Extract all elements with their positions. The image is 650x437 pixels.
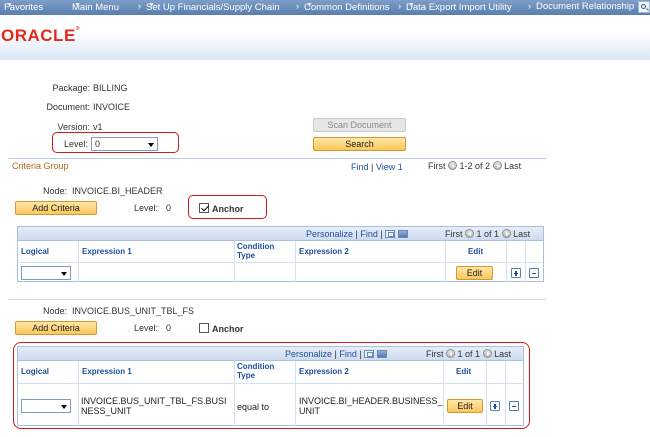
search-button[interactable]: Search xyxy=(313,137,406,151)
previous-icon[interactable] xyxy=(448,161,458,170)
scan-document-button[interactable]: Scan Document xyxy=(313,118,406,132)
package-label: Package: xyxy=(52,83,90,93)
document-value: INVOICE xyxy=(93,102,131,112)
level-value: 0 xyxy=(166,203,172,213)
level-label: Level: xyxy=(63,139,88,149)
next-icon[interactable] xyxy=(482,349,492,358)
node-label: Node: xyxy=(42,306,67,316)
version-label: Version: xyxy=(57,122,90,132)
personalize-link[interactable]: Personalize xyxy=(306,229,353,239)
delete-row-icon[interactable] xyxy=(509,401,519,411)
add-row-icon[interactable] xyxy=(511,268,521,278)
node-label: Node: xyxy=(42,186,67,196)
level-select[interactable]: 0 xyxy=(91,137,158,151)
nav-separator-icon: › xyxy=(138,1,142,12)
chevron-down-icon xyxy=(61,405,67,409)
expression-1-value: INVOICE.BUS_UNIT_TBL_FS.BUSINESS_UNIT xyxy=(81,396,227,416)
delete-row-icon[interactable] xyxy=(529,268,539,278)
anchor-checkbox[interactable] xyxy=(199,203,209,213)
oracle-logo: ORACLE® xyxy=(1,26,80,45)
edit-button[interactable]: Edit xyxy=(447,399,483,413)
chevron-down-icon: ▼ xyxy=(6,2,13,9)
chevron-down-icon: ▼ xyxy=(74,2,81,9)
download-icon[interactable] xyxy=(376,350,387,358)
col-header-expression-2: Expression 2 xyxy=(299,247,349,256)
level-label: Level: xyxy=(133,203,158,213)
find-link[interactable]: Find xyxy=(339,349,357,359)
anchor-checkbox[interactable] xyxy=(199,323,209,333)
criteria-group-bar: Criteria Group Find | View 1 First 1-2 o… xyxy=(8,158,546,172)
row-range: 1-2 of 2 xyxy=(459,161,491,171)
page-header: ORACLE® xyxy=(0,15,650,60)
criteria-group-title: Criteria Group xyxy=(12,161,69,171)
download-icon[interactable] xyxy=(397,230,408,238)
view-all-icon[interactable] xyxy=(385,230,396,238)
col-header-expression-1: Expression 1 xyxy=(82,247,132,256)
nav-separator-icon: › xyxy=(528,1,532,12)
node-value: INVOICE.BI_HEADER xyxy=(72,186,163,196)
logical-select[interactable] xyxy=(21,399,71,413)
top-navigation-bar: Favorites ▼ Main Menu ▼ › Set Up Financial… xyxy=(0,0,650,15)
logical-select[interactable] xyxy=(21,266,71,280)
personalize-link[interactable]: Personalize xyxy=(285,349,332,359)
section-divider xyxy=(8,299,546,300)
chevron-down-icon xyxy=(61,272,67,276)
col-header-logical: Logical xyxy=(21,367,50,376)
col-header-condition-type: Condition Type xyxy=(237,242,275,260)
grid-toolbar: Personalize | Find | First 1 of 1 Last xyxy=(18,227,543,241)
criteria-group-nav: Find | View 1 xyxy=(351,162,403,172)
anchor-label: Anchor xyxy=(212,324,244,334)
col-header-expression-1: Expression 1 xyxy=(82,367,132,376)
col-header-edit: Edit xyxy=(468,247,484,256)
add-row-icon[interactable] xyxy=(490,401,500,411)
document-label: Document: xyxy=(46,102,90,112)
find-link[interactable]: Find xyxy=(351,162,369,172)
criteria-grid-2: Personalize | Find | First 1 of 1 Last L… xyxy=(17,346,524,426)
add-criteria-button[interactable]: Add Criteria xyxy=(15,321,97,335)
level-value: 0 xyxy=(166,323,172,333)
condition-type-value: equal to xyxy=(237,402,270,412)
chevron-down-icon: ▼ xyxy=(148,2,155,9)
col-header-logical: Logical xyxy=(21,247,50,256)
next-icon[interactable] xyxy=(501,229,511,238)
chevron-down-icon: ▼ xyxy=(408,2,415,9)
view-1-link[interactable]: View 1 xyxy=(376,162,403,172)
edit-button[interactable]: Edit xyxy=(456,266,493,280)
package-value: BILLING xyxy=(93,83,128,93)
grid-toolbar: Personalize | Find | First 1 of 1 Last xyxy=(18,347,523,361)
col-header-expression-2: Expression 2 xyxy=(299,367,349,376)
row-range: 1 of 1 xyxy=(457,349,481,359)
chevron-down-icon xyxy=(148,143,154,147)
version-value: v1 xyxy=(93,122,103,132)
row-range: 1 of 1 xyxy=(476,229,500,239)
expression-2-value: INVOICE.BI_HEADER.BUSINESS_UNIT xyxy=(299,396,443,416)
anchor-label: Anchor xyxy=(212,204,244,214)
previous-icon[interactable] xyxy=(465,229,475,238)
next-icon[interactable] xyxy=(492,161,502,170)
add-criteria-button[interactable]: Add Criteria xyxy=(15,201,97,215)
chevron-down-icon: ▼ xyxy=(306,2,313,9)
search-icon[interactable] xyxy=(638,1,650,13)
node-value: INVOICE.BUS_UNIT_TBL_FS xyxy=(72,306,195,316)
criteria-grid-1: Personalize | Find | First 1 of 1 Last L… xyxy=(17,226,544,282)
nav-separator-icon: › xyxy=(398,1,402,12)
view-all-icon[interactable] xyxy=(364,350,375,358)
nav-separator-icon: › xyxy=(296,1,300,12)
level-label: Level: xyxy=(133,323,158,333)
col-header-condition-type: Condition Type xyxy=(237,362,275,380)
criteria-group-pager: First 1-2 of 2 Last xyxy=(428,161,522,171)
find-link[interactable]: Find xyxy=(360,229,378,239)
col-header-edit: Edit xyxy=(456,367,472,376)
nav-document-relationship[interactable]: Document Relationship xyxy=(536,1,634,12)
previous-icon[interactable] xyxy=(446,349,456,358)
